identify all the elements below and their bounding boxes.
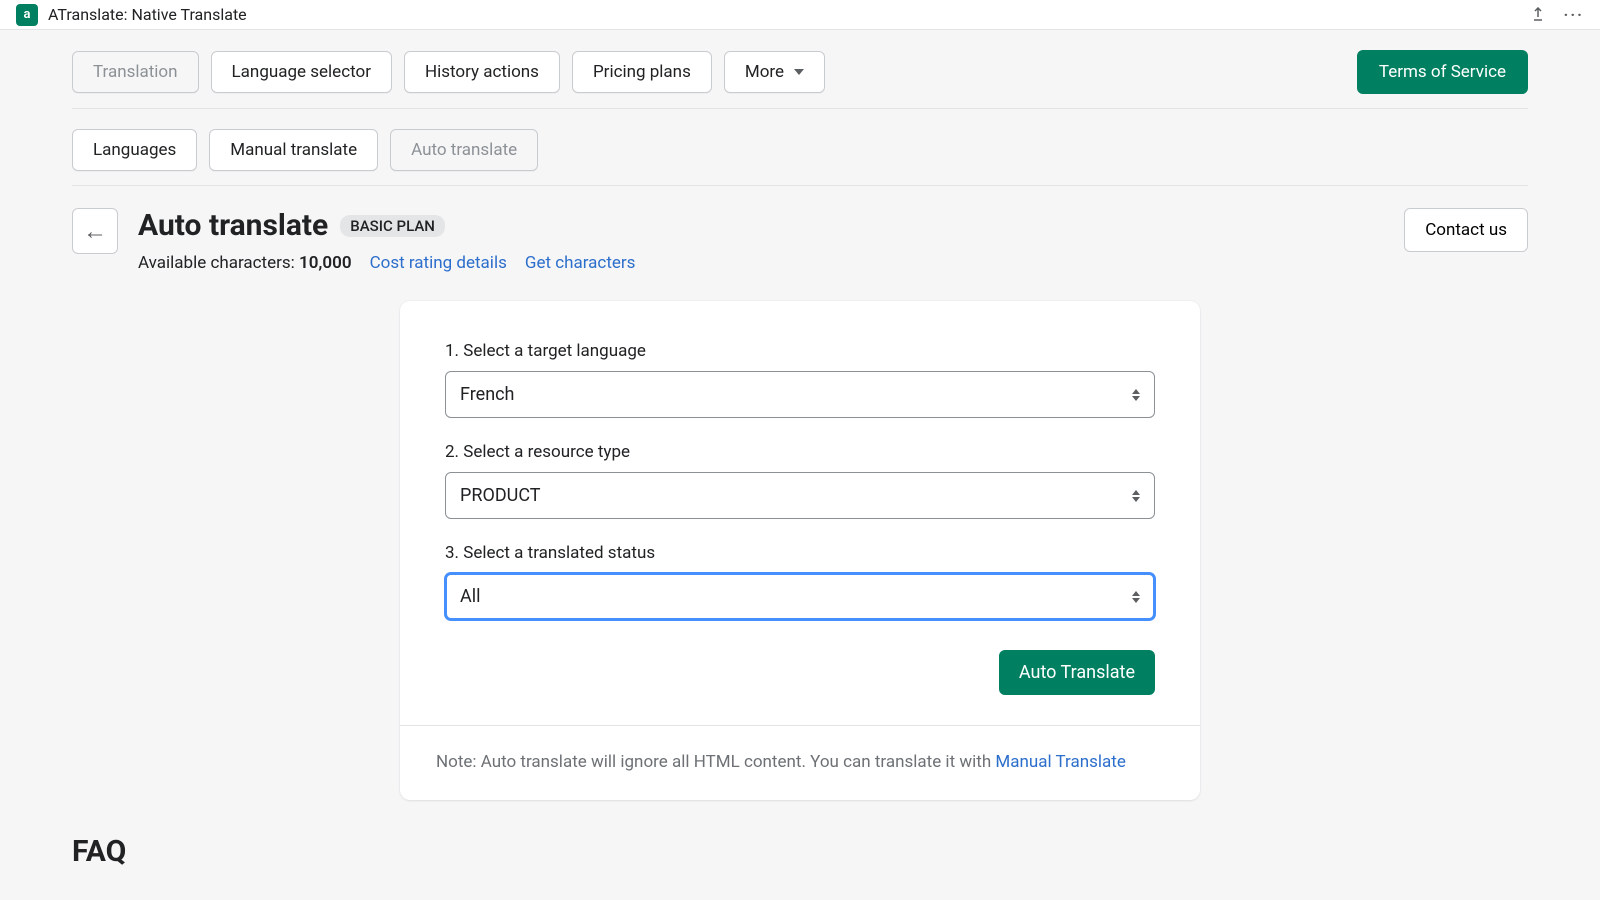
pin-icon[interactable] bbox=[1530, 7, 1546, 23]
manual-translate-link[interactable]: Manual Translate bbox=[995, 752, 1125, 772]
subtab-auto-translate[interactable]: Auto translate bbox=[390, 129, 538, 171]
resource-type-group: 2. Select a resource type PRODUCT bbox=[445, 442, 1155, 519]
select-caret-icon bbox=[1132, 490, 1140, 502]
primary-nav: Translation Language selector History ac… bbox=[72, 30, 1528, 109]
app-icon: a bbox=[16, 4, 38, 26]
top-bar-right: ··· bbox=[1530, 5, 1584, 24]
top-bar-left: a ATranslate: Native Translate bbox=[16, 4, 247, 26]
available-characters-count: 10,000 bbox=[299, 253, 352, 273]
chevron-down-icon bbox=[794, 69, 804, 75]
back-button[interactable]: ← bbox=[72, 208, 118, 254]
target-language-select[interactable]: French bbox=[445, 371, 1155, 418]
terms-of-service-button[interactable]: Terms of Service bbox=[1357, 50, 1528, 94]
page-title: Auto translate bbox=[138, 208, 328, 243]
target-language-label: 1. Select a target language bbox=[445, 341, 1155, 361]
faq-section: FAQ bbox=[72, 800, 1528, 869]
tab-pricing-plans[interactable]: Pricing plans bbox=[572, 51, 712, 93]
tab-history-actions[interactable]: History actions bbox=[404, 51, 560, 93]
app-title: ATranslate: Native Translate bbox=[48, 5, 247, 24]
select-caret-icon bbox=[1132, 591, 1140, 603]
tab-translation[interactable]: Translation bbox=[72, 51, 199, 93]
auto-translate-submit-button[interactable]: Auto Translate bbox=[999, 650, 1155, 695]
tab-more-label: More bbox=[745, 62, 784, 82]
tab-more[interactable]: More bbox=[724, 51, 825, 93]
auto-translate-card: 1. Select a target language French 2. Se… bbox=[400, 301, 1200, 800]
note-text: Note: Auto translate will ignore all HTM… bbox=[436, 752, 995, 772]
get-characters-link[interactable]: Get characters bbox=[525, 253, 636, 273]
translated-status-select[interactable]: All bbox=[445, 573, 1155, 620]
secondary-nav: Languages Manual translate Auto translat… bbox=[72, 109, 1528, 186]
resource-type-value: PRODUCT bbox=[460, 485, 541, 506]
translated-status-value: All bbox=[460, 586, 481, 607]
faq-title: FAQ bbox=[72, 834, 1528, 869]
translated-status-label: 3. Select a translated status bbox=[445, 543, 1155, 563]
plan-badge: BASIC PLAN bbox=[340, 215, 445, 237]
contact-us-button[interactable]: Contact us bbox=[1404, 208, 1528, 252]
more-menu-icon[interactable]: ··· bbox=[1564, 5, 1584, 24]
tab-language-selector[interactable]: Language selector bbox=[211, 51, 392, 93]
available-characters-text: Available characters: 10,000 bbox=[138, 253, 352, 273]
resource-type-label: 2. Select a resource type bbox=[445, 442, 1155, 462]
resource-type-select[interactable]: PRODUCT bbox=[445, 472, 1155, 519]
top-bar: a ATranslate: Native Translate ··· bbox=[0, 0, 1600, 30]
target-language-value: French bbox=[460, 384, 514, 405]
select-caret-icon bbox=[1132, 389, 1140, 401]
target-language-group: 1. Select a target language French bbox=[445, 341, 1155, 418]
page-header: ← Auto translate BASIC PLAN Available ch… bbox=[72, 186, 1528, 273]
cost-rating-details-link[interactable]: Cost rating details bbox=[370, 253, 507, 273]
subtab-languages[interactable]: Languages bbox=[72, 129, 197, 171]
arrow-left-icon: ← bbox=[83, 217, 107, 246]
subtab-manual-translate[interactable]: Manual translate bbox=[209, 129, 378, 171]
translated-status-group: 3. Select a translated status All bbox=[445, 543, 1155, 620]
card-footer-note: Note: Auto translate will ignore all HTM… bbox=[400, 725, 1200, 800]
